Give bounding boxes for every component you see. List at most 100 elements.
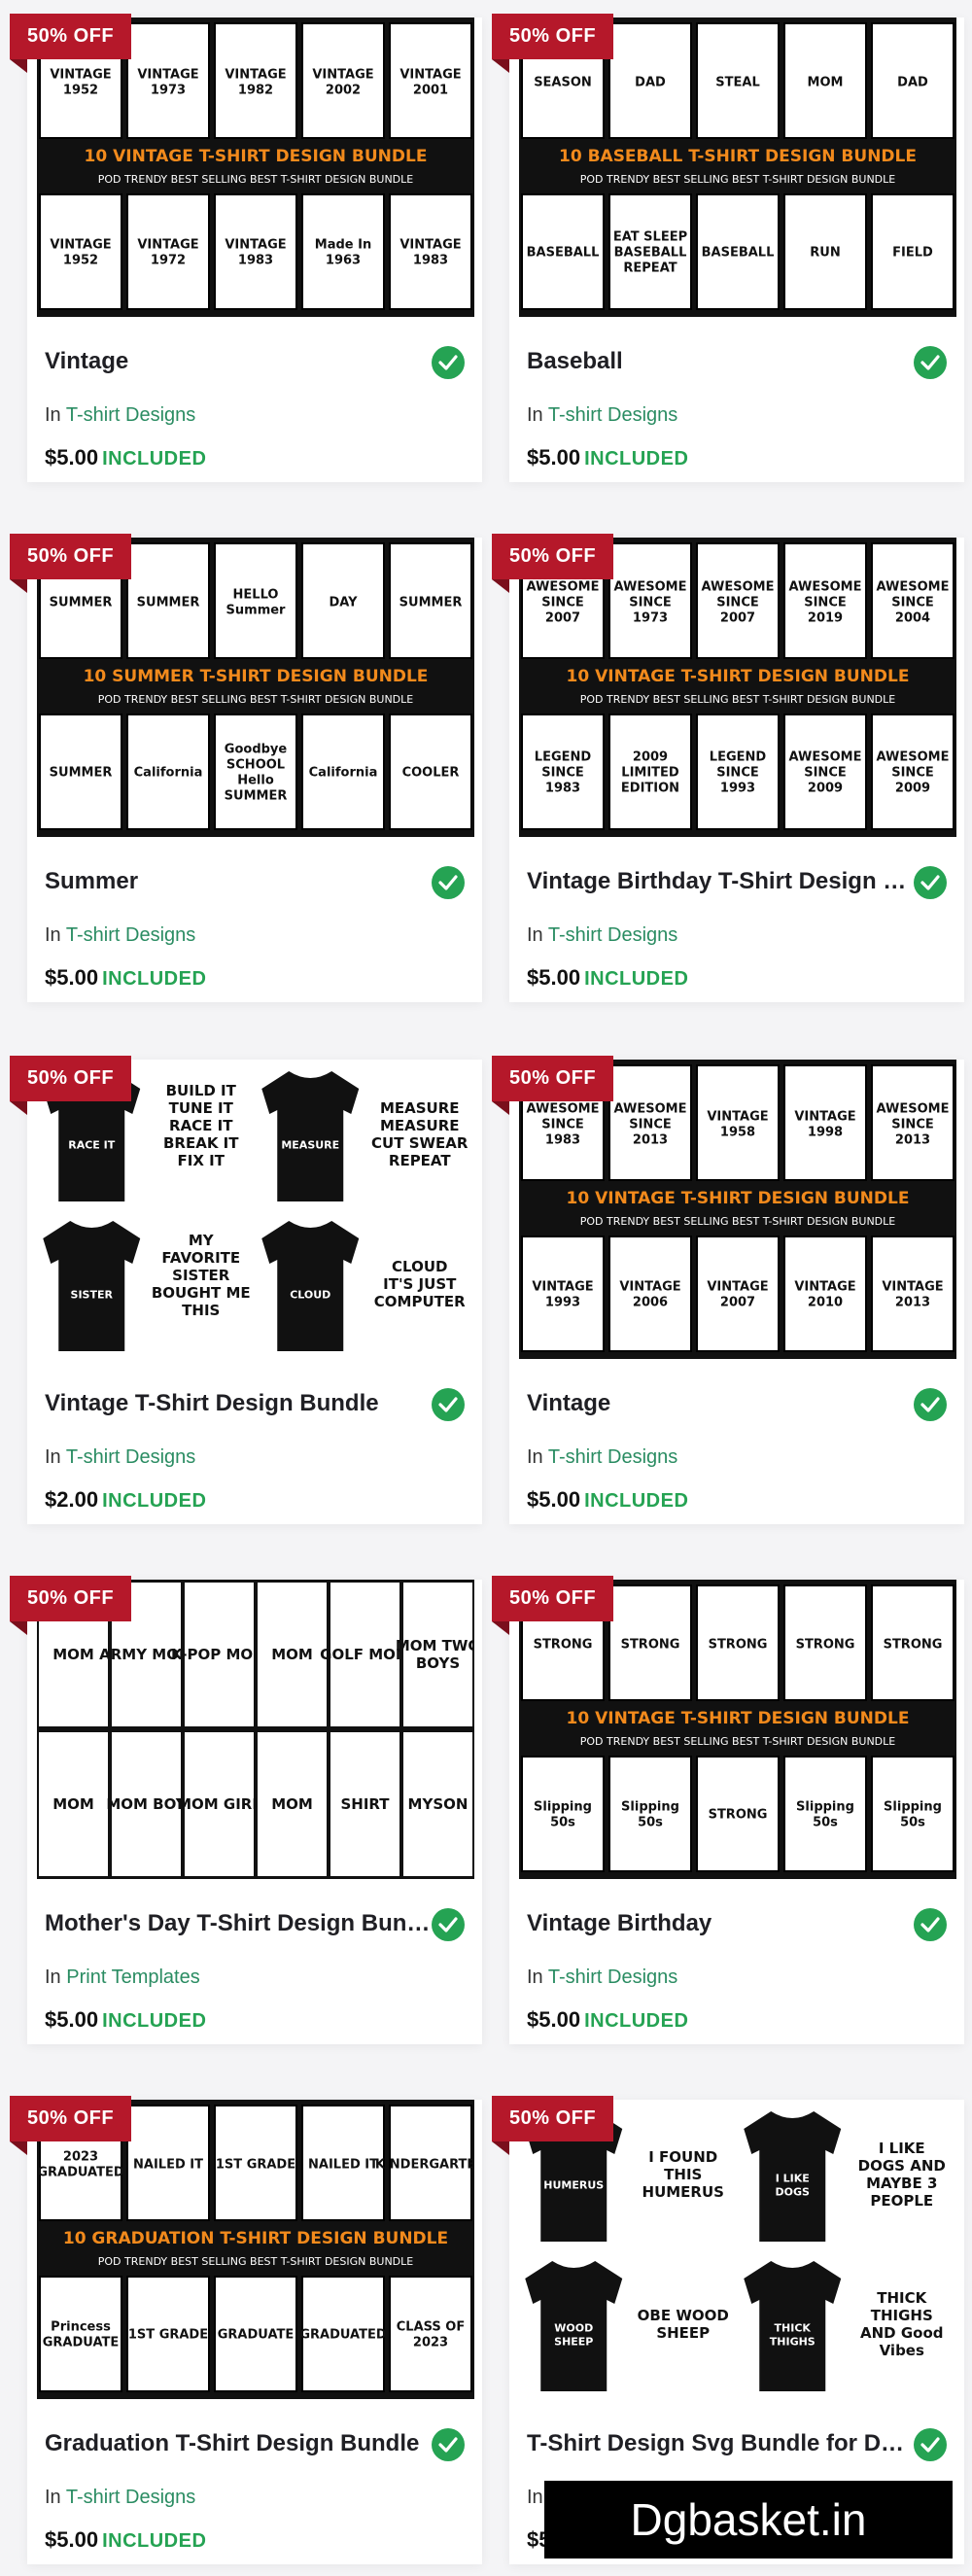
tile-text: SINCE (716, 765, 759, 780)
tile-text: STRONG (709, 1807, 768, 1822)
tile-text: DAD (635, 75, 666, 89)
product-card[interactable]: AWESOME SINCE 2007 AWESOME SINCE 1973 AWESOME S… (492, 534, 964, 1002)
product-card[interactable]: MOM ARMY MOM K-POP MOM MOM GOLF MOM MOM TWO BO… (10, 1576, 482, 2044)
discount-badge: 50% OFF (492, 1576, 614, 1635)
tile-text: Slipping (884, 1799, 942, 1814)
product-thumbnail[interactable]: 2023 GRADUATED NAILED IT 1ST GRADE NAILED IT… (37, 2100, 474, 2399)
product-title[interactable]: Vintage Birthday T-Shirt Design Bundle (527, 868, 916, 895)
category-link[interactable]: T-shirt Designs (548, 1967, 677, 1988)
product-category: In T-shirt Designs (527, 404, 677, 427)
product-category: In T-shirt Designs (45, 924, 195, 947)
tile-text: Summer (226, 603, 287, 617)
tile-text: RACE IT (169, 1117, 233, 1134)
product-card[interactable]: RACE IT BUILD IT TUNE IT RACE IT BREAK IT FIX… (10, 1056, 482, 1524)
thumbnail-artwork: HUMERUSI FOUNDTHISHUMERUSI LIKEDOGSI LIK… (519, 2100, 956, 2399)
category-link[interactable]: T-shirt Designs (548, 924, 677, 946)
tile-text: MEASURE (380, 1099, 460, 1117)
discount-badge: 50% OFF (10, 2096, 132, 2155)
product-card[interactable]: SUMMER SUMMER HELLO Summer DAY SUMMER 10 SUMME… (10, 534, 482, 1002)
product-title[interactable]: Mother's Day T-Shirt Design Bundle (45, 1910, 434, 1937)
product-thumbnail[interactable]: RACE IT BUILD IT TUNE IT RACE IT BREAK IT FIX… (37, 1060, 474, 1359)
check-circle-icon (432, 1388, 465, 1421)
tile-text: PEOPLE (870, 2192, 933, 2210)
product-title[interactable]: Vintage (45, 348, 434, 375)
included-label: INCLUDED (584, 1490, 689, 1512)
check-circle-icon (914, 866, 947, 899)
tile-text: 2009 (633, 749, 668, 764)
tile-text: AWESOME (527, 1101, 600, 1116)
discount-badge: 50% OFF (492, 534, 614, 593)
tile-text: MOM (52, 1646, 94, 1663)
category-link[interactable]: T-shirt Designs (66, 404, 195, 426)
tile-text: I LIKE (879, 2140, 925, 2157)
tile-text: 1ST GRADE (128, 2327, 208, 2342)
tile-text: THICK (775, 2322, 812, 2335)
product-thumbnail[interactable]: AWESOME SINCE 2007 AWESOME SINCE 1973 AWESOME S… (519, 538, 956, 837)
category-link[interactable]: T-shirt Designs (548, 404, 677, 426)
tile-text: VINTAGE (50, 237, 111, 252)
bundle-banner-sub: POD TRENDY BEST SELLING BEST T-SHIRT DES… (98, 693, 414, 706)
product-title[interactable]: Baseball (527, 348, 916, 375)
product-thumbnail[interactable]: AWESOME SINCE 1983 AWESOME SINCE 2013 VINTAGE 1… (519, 1060, 956, 1359)
product-price: $5.00 (45, 445, 99, 470)
product-thumbnail[interactable]: MOM ARMY MOM K-POP MOM MOM GOLF MOM MOM TWO BO… (37, 1580, 474, 1879)
bundle-banner: 10 VINTAGE T-SHIRT DESIGN BUNDLE (567, 667, 910, 686)
included-label: INCLUDED (102, 968, 207, 990)
category-link[interactable]: T-shirt Designs (66, 1446, 195, 1468)
product-title[interactable]: Graduation T-Shirt Design Bundle (45, 2430, 434, 2457)
tile-text: K-POP MOM (171, 1646, 267, 1663)
product-thumbnail[interactable]: VINTAGE 1952 VINTAGE 1973 VINTAGE 1982 VINTAGE… (37, 17, 474, 317)
tile-text: BUILD IT (166, 1082, 237, 1099)
product-title[interactable]: Vintage Birthday (527, 1910, 916, 1937)
product-title[interactable]: Vintage T-Shirt Design Bundle (45, 1390, 434, 1417)
tile-text: VINTAGE (312, 67, 373, 82)
price-line: $2.00 INCLUDED (45, 1487, 206, 1513)
category-link[interactable]: T-shirt Designs (66, 2487, 195, 2508)
category-link[interactable]: T-shirt Designs (548, 1446, 677, 1468)
tile-text: Princess (51, 2319, 111, 2334)
tile-text: AWESOME (877, 749, 950, 764)
included-label: INCLUDED (584, 448, 689, 470)
tile-text: MEASURE (380, 1117, 460, 1134)
tile-text: 1958 (720, 1125, 755, 1139)
tile-text: MEASURE (281, 1139, 339, 1152)
tile-text: THICK (877, 2289, 927, 2307)
product-card[interactable]: 2023 GRADUATED NAILED IT 1ST GRADE NAILED IT… (10, 2096, 482, 2564)
check-circle-icon (432, 1908, 465, 1941)
category-link[interactable]: T-shirt Designs (66, 924, 195, 946)
tile-text: BASEBALL (614, 245, 687, 260)
tile-text: 50s (550, 1815, 575, 1829)
tile-text: SUMMER (399, 595, 463, 609)
product-card[interactable]: SEASON DAD STEAL MOM DAD 10 BASEBALL T-SHIRT … (492, 14, 964, 482)
check-circle-icon (914, 1388, 947, 1421)
tile-text: MOM GIRL (177, 1795, 261, 1813)
tile-text: SINCE (716, 595, 759, 609)
product-thumbnail[interactable]: STRONG STRONG STRONG STRONG STRONG 10 VINTAGE… (519, 1580, 956, 1879)
product-thumbnail[interactable]: SEASON DAD STEAL MOM DAD 10 BASEBALL T-SHIRT … (519, 17, 956, 317)
tile-text: 2006 (633, 1295, 668, 1309)
product-title[interactable]: Summer (45, 868, 434, 895)
tile-text: FIX IT (178, 1152, 226, 1169)
bundle-banner-sub: POD TRENDY BEST SELLING BEST T-SHIRT DES… (580, 1215, 896, 1228)
tile-text: 50s (638, 1815, 663, 1829)
price-line: $5.00INCLUDED (527, 965, 688, 991)
discount-badge: 50% OFF (10, 14, 132, 73)
product-card[interactable]: STRONG STRONG STRONG STRONG STRONG 10 VINTAGE… (492, 1576, 964, 2044)
price-line: $5.00INCLUDED (527, 2007, 688, 2033)
tile-text: VINTAGE (50, 67, 111, 82)
tile-text: COMPUTER (374, 1293, 466, 1310)
product-title[interactable]: T-Shirt Design Svg Bundle for Dog Lovers (527, 2430, 916, 2457)
tile-text: 50s (900, 1815, 925, 1829)
category-link[interactable]: Print Templates (66, 1967, 199, 1988)
product-thumbnail[interactable]: HUMERUS I FOUND THIS HUMERUS I LIKE DOGS I LIK… (519, 2100, 956, 2399)
product-card[interactable]: AWESOME SINCE 1983 AWESOME SINCE 2013 VINTAGE 1… (492, 1056, 964, 1524)
check-circle-icon (914, 2428, 947, 2461)
tile-text: MOM BOY (106, 1795, 187, 1813)
product-price: $5.00 (527, 1487, 581, 1512)
product-thumbnail[interactable]: SUMMER SUMMER HELLO Summer DAY SUMMER 10 SUMME… (37, 538, 474, 837)
category-prefix: In (527, 1446, 543, 1468)
product-card[interactable]: VINTAGE 1952 VINTAGE 1973 VINTAGE 1982 VINTAGE… (10, 14, 482, 482)
thumbnail-artwork: STRONG STRONG STRONG STRONG STRONG 10 VINTAGE… (519, 1580, 956, 1879)
tile-text: VINTAGE (399, 237, 461, 252)
product-title[interactable]: Vintage (527, 1390, 916, 1417)
